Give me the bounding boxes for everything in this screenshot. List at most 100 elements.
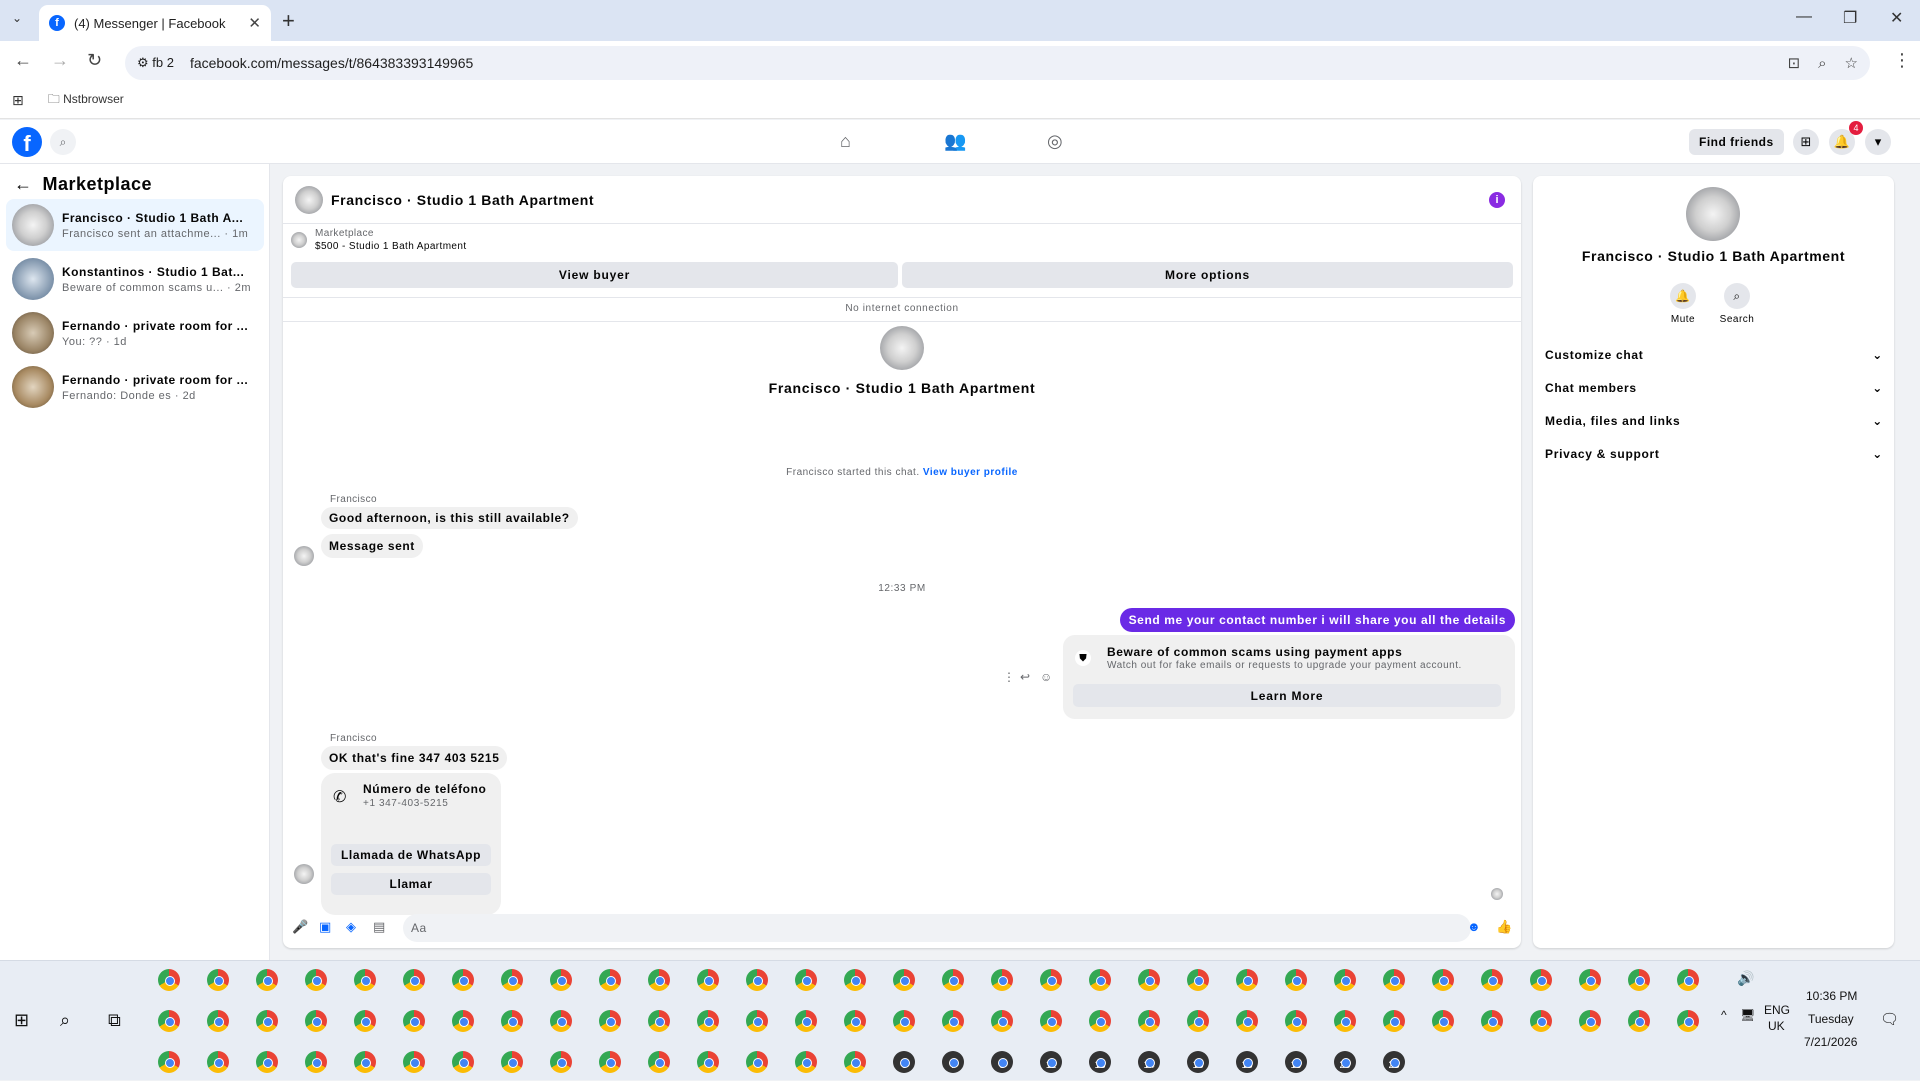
friends-icon[interactable]: 👥 — [944, 131, 966, 152]
browser-profile-icon[interactable] — [1334, 1010, 1356, 1032]
profile-badge-icon[interactable]: 7 — [942, 1051, 964, 1073]
browser-profile-icon[interactable] — [1285, 969, 1307, 991]
browser-profile-icon[interactable] — [354, 1010, 376, 1032]
browser-profile-icon[interactable] — [844, 1010, 866, 1032]
browser-profile-icon[interactable] — [550, 969, 572, 991]
language-code[interactable]: ENG — [1764, 1003, 1790, 1017]
browser-profile-icon[interactable] — [354, 969, 376, 991]
browser-profile-icon[interactable] — [599, 1051, 621, 1073]
message-bubble[interactable]: OK that's fine 347 403 5215 — [321, 746, 508, 770]
privacy-support-section[interactable]: Privacy & support ⌄ — [1545, 447, 1883, 461]
react-emoji-icon[interactable]: ☺ — [1040, 670, 1052, 684]
browser-profile-icon[interactable] — [403, 1051, 425, 1073]
restore-icon[interactable]: ❐ — [1843, 8, 1857, 28]
close-tab-icon[interactable]: ✕ — [248, 14, 261, 32]
browser-profile-icon[interactable] — [844, 969, 866, 991]
browser-profile-icon[interactable] — [893, 1010, 915, 1032]
browser-profile-icon[interactable] — [207, 1051, 229, 1073]
browser-profile-icon[interactable] — [158, 1051, 180, 1073]
minimize-icon[interactable]: — — [1796, 8, 1812, 26]
reply-icon[interactable]: ↩ — [1020, 670, 1030, 684]
network-icon[interactable]: 🖥 — [1740, 1008, 1755, 1022]
task-view-icon[interactable]: ⧉ — [108, 1010, 121, 1031]
browser-profile-icon[interactable] — [501, 1051, 523, 1073]
conversation-item[interactable]: Fernando · private room for ... You: ?? ·… — [6, 307, 264, 359]
browser-profile-icon[interactable] — [207, 1010, 229, 1032]
browser-profile-icon[interactable] — [1334, 969, 1356, 991]
view-buyer-profile-link[interactable]: View buyer profile — [923, 467, 1018, 478]
back-icon[interactable]: ← — [14, 50, 32, 71]
mute-button[interactable]: 🔔 Mute — [1653, 283, 1713, 325]
browser-profile-icon[interactable] — [1236, 1010, 1258, 1032]
browser-profile-icon[interactable] — [305, 1051, 327, 1073]
profile-badge-icon[interactable]: 18 — [1236, 1051, 1258, 1073]
browser-profile-icon[interactable] — [697, 1010, 719, 1032]
bookmark-star-icon[interactable]: ☆ — [1845, 54, 1858, 72]
media-files-links-section[interactable]: Media, files and links ⌄ — [1545, 414, 1883, 428]
site-chip[interactable]: ⚙ fb 2 — [137, 55, 174, 71]
profile-badge-icon[interactable]: 8 — [991, 1051, 1013, 1073]
new-tab-button[interactable]: + — [282, 8, 295, 34]
groups-icon[interactable]: ◎ — [1047, 131, 1063, 152]
browser-profile-icon[interactable] — [452, 1051, 474, 1073]
volume-icon[interactable]: 🔊 — [1737, 970, 1754, 987]
browser-profile-icon[interactable] — [844, 1051, 866, 1073]
browser-profile-icon[interactable] — [501, 1010, 523, 1032]
browser-profile-icon[interactable] — [1530, 969, 1552, 991]
message-input[interactable]: Aa — [403, 914, 1471, 942]
clock-time[interactable]: 10:36 PM — [1806, 989, 1857, 1003]
emoji-icon[interactable]: ☻ — [1467, 919, 1481, 934]
browser-profile-icon[interactable] — [1481, 969, 1503, 991]
browser-profile-icon[interactable] — [452, 969, 474, 991]
install-app-icon[interactable]: ⊡ — [1788, 54, 1801, 72]
customize-chat-section[interactable]: Customize chat ⌄ — [1545, 348, 1883, 362]
browser-profile-icon[interactable] — [599, 1010, 621, 1032]
call-button[interactable]: Llamar — [331, 873, 491, 895]
forward-icon[interactable]: → — [51, 50, 69, 71]
browser-profile-icon[interactable] — [1138, 1010, 1160, 1032]
conversation-item[interactable]: Francisco · Studio 1 Bath A... Francisco … — [6, 199, 264, 251]
browser-profile-icon[interactable] — [1530, 1010, 1552, 1032]
bookmark-folder[interactable]: 🗀 Nstbrowser — [48, 90, 124, 111]
show-hidden-icons-chevron[interactable]: ^ — [1721, 1008, 1727, 1022]
browser-profile-icon[interactable] — [942, 1010, 964, 1032]
message-bubble[interactable]: Message sent — [321, 534, 423, 558]
browser-profile-icon[interactable] — [746, 969, 768, 991]
profile-badge-icon[interactable]: 23 — [1383, 1051, 1405, 1073]
browser-profile-icon[interactable] — [1432, 1010, 1454, 1032]
sticker-icon[interactable]: ◈ — [346, 919, 356, 935]
more-options-button[interactable]: More options — [902, 262, 1513, 288]
browser-profile-icon[interactable] — [795, 1051, 817, 1073]
browser-profile-icon[interactable] — [942, 969, 964, 991]
close-window-icon[interactable]: ✕ — [1890, 8, 1903, 28]
browser-profile-icon[interactable] — [256, 1051, 278, 1073]
account-chevron-icon[interactable]: ▾ — [1865, 129, 1891, 155]
clock-date[interactable]: 7/21/2026 — [1804, 1035, 1857, 1049]
facebook-logo-icon[interactable]: f — [12, 127, 42, 157]
chat-members-section[interactable]: Chat members ⌄ — [1545, 381, 1883, 395]
menu-grid-icon[interactable]: ⊞ — [1793, 129, 1819, 155]
browser-profile-icon[interactable] — [256, 969, 278, 991]
browser-profile-icon[interactable] — [1236, 969, 1258, 991]
browser-profile-icon[interactable] — [403, 969, 425, 991]
address-bar[interactable]: ⚙ fb 2 facebook.com/messages/t/864383393… — [125, 46, 1870, 80]
windows-start-icon[interactable]: ⊞ — [14, 1010, 29, 1031]
tab-search-chevron-icon[interactable]: ⌄ — [12, 11, 22, 25]
browser-profile-icon[interactable] — [1628, 969, 1650, 991]
browser-profile-icon[interactable] — [550, 1051, 572, 1073]
browser-profile-icon[interactable] — [795, 1010, 817, 1032]
profile-badge-icon[interactable]: 20 — [1334, 1051, 1356, 1073]
back-arrow-icon[interactable]: ← — [14, 174, 33, 195]
browser-menu-icon[interactable]: ⋮ — [1893, 50, 1911, 71]
view-buyer-button[interactable]: View buyer — [291, 262, 898, 288]
conversation-item[interactable]: Fernando · private room for ... Fernando:… — [6, 361, 264, 413]
browser-profile-icon[interactable] — [1677, 969, 1699, 991]
browser-profile-icon[interactable] — [305, 969, 327, 991]
whatsapp-call-button[interactable]: Llamada de WhatsApp — [331, 844, 491, 866]
browser-profile-icon[interactable] — [550, 1010, 572, 1032]
browser-profile-icon[interactable] — [1383, 1010, 1405, 1032]
browser-profile-icon[interactable] — [746, 1010, 768, 1032]
browser-profile-icon[interactable] — [501, 969, 523, 991]
browser-profile-icon[interactable] — [648, 1051, 670, 1073]
reload-icon[interactable]: ↻ — [87, 50, 102, 71]
